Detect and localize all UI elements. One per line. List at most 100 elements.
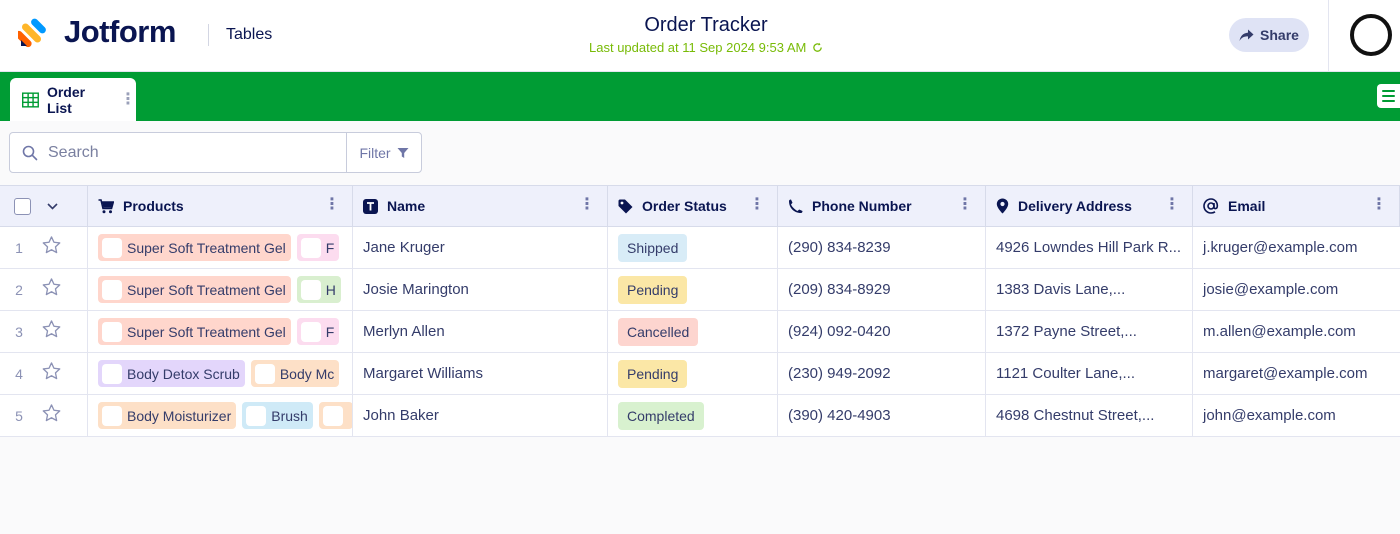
email-cell[interactable]: josie@example.com [1193, 269, 1400, 310]
column-label-products: Products [123, 198, 184, 214]
order-status-cell[interactable]: Completed [608, 395, 778, 436]
order-status-cell[interactable]: Shipped [608, 227, 778, 268]
product-chip-label: Super Soft Treatment Gel [127, 281, 286, 298]
phone-cell[interactable]: (230) 949-2092 [778, 353, 986, 394]
column-header-name[interactable]: Name ⋮ [353, 186, 608, 226]
column-header-order-status[interactable]: Order Status ⋮ [608, 186, 778, 226]
star-icon[interactable] [42, 404, 61, 427]
name-cell[interactable]: Josie Marington [353, 269, 608, 310]
address-value: 4926 Lowndes Hill Park R... [996, 239, 1182, 256]
column-menu-icon[interactable]: ⋮ [1164, 197, 1180, 213]
table-row[interactable]: 4 Body Detox Scrub Body Mc Margaret William… [0, 353, 1400, 395]
name-cell[interactable]: Merlyn Allen [353, 311, 608, 352]
star-icon[interactable] [42, 362, 61, 385]
page-title-block: Order Tracker Last updated at 11 Sep 202… [480, 14, 932, 55]
product-chip[interactable]: Body Mc [250, 360, 340, 387]
email-cell[interactable]: m.allen@example.com [1193, 311, 1400, 352]
sidebar-menu-button[interactable] [1377, 84, 1400, 108]
name-value: Jane Kruger [363, 239, 445, 256]
order-status-cell[interactable]: Pending [608, 269, 778, 310]
status-badge: Pending [618, 359, 688, 388]
product-thumbnail-icon [300, 237, 321, 258]
products-cell[interactable]: Body Detox Scrub Body Mc [88, 353, 353, 394]
products-cell[interactable]: Super Soft Treatment Gel H [88, 269, 353, 310]
table-header-row: Products ⋮ Name ⋮ Order Status ⋮ Phone N… [0, 185, 1400, 227]
column-menu-icon[interactable]: ⋮ [957, 197, 973, 213]
product-chip[interactable]: F [296, 318, 340, 345]
phone-cell[interactable]: (209) 834-8929 [778, 269, 986, 310]
brand-name[interactable]: Jotform [64, 14, 176, 50]
email-cell[interactable]: margaret@example.com [1193, 353, 1400, 394]
star-icon[interactable] [42, 278, 61, 301]
phone-cell[interactable]: (390) 420-4903 [778, 395, 986, 436]
share-button[interactable]: Share [1229, 18, 1309, 52]
product-thumbnail-icon [102, 321, 122, 342]
product-chip[interactable]: Brush [242, 402, 313, 429]
cart-icon [98, 198, 114, 213]
address-value: 1383 Davis Lane,... [996, 281, 1126, 298]
order-status-cell[interactable]: Pending [608, 353, 778, 394]
address-cell[interactable]: 4698 Chestnut Street,... [986, 395, 1193, 436]
table-row[interactable]: 1 Super Soft Treatment Gel F Jane Kruger Shi… [0, 227, 1400, 269]
column-label-name: Name [387, 198, 426, 214]
products-cell[interactable]: Super Soft Treatment Gel F [88, 227, 353, 268]
product-chip[interactable]: F [296, 234, 340, 261]
table-row[interactable]: 5 Body Moisturizer Brush John Baker Complete… [0, 395, 1400, 437]
column-menu-icon[interactable]: ⋮ [749, 197, 765, 213]
product-chip[interactable]: Super Soft Treatment Gel [98, 318, 291, 345]
products-cell[interactable]: Body Moisturizer Brush [88, 395, 353, 436]
email-value: j.kruger@example.com [1203, 239, 1358, 256]
phone-cell[interactable]: (290) 834-8239 [778, 227, 986, 268]
address-cell[interactable]: 4926 Lowndes Hill Park R... [986, 227, 1193, 268]
column-header-email[interactable]: Email ⋮ [1193, 186, 1400, 226]
name-cell[interactable]: Margaret Williams [353, 353, 608, 394]
search-input[interactable] [48, 143, 328, 162]
email-cell[interactable]: john@example.com [1193, 395, 1400, 436]
row-controls: 2 [0, 269, 88, 310]
products-cell[interactable]: Super Soft Treatment Gel F [88, 311, 353, 352]
address-cell[interactable]: 1372 Payne Street,... [986, 311, 1193, 352]
refresh-icon[interactable] [812, 42, 823, 53]
column-menu-icon[interactable]: ⋮ [1371, 197, 1387, 213]
order-status-cell[interactable]: Cancelled [608, 311, 778, 352]
status-badge: Cancelled [618, 317, 699, 346]
product-chip-label: Body Detox Scrub [127, 365, 240, 382]
name-cell[interactable]: Jane Kruger [353, 227, 608, 268]
row-number: 2 [15, 281, 23, 298]
tag-icon [618, 199, 633, 213]
tab-options-icon[interactable]: ⋮ [120, 91, 136, 108]
phone-value: (209) 834-8929 [788, 281, 891, 298]
hamburger-icon [1382, 90, 1395, 92]
email-value: josie@example.com [1203, 281, 1339, 298]
column-header-delivery-address[interactable]: Delivery Address ⋮ [986, 186, 1193, 226]
email-cell[interactable]: j.kruger@example.com [1193, 227, 1400, 268]
top-bar: Jotform Tables Order Tracker Last update… [0, 0, 1400, 72]
column-menu-icon[interactable]: ⋮ [324, 197, 340, 213]
chevron-down-icon[interactable] [47, 202, 58, 210]
column-header-phone-number[interactable]: Phone Number ⋮ [778, 186, 986, 226]
table-row[interactable]: 2 Super Soft Treatment Gel H Josie Maringto… [0, 269, 1400, 311]
tab-order-list[interactable]: Order List ⋮ [10, 78, 136, 121]
product-chip[interactable]: Super Soft Treatment Gel [98, 276, 291, 303]
column-header-products[interactable]: Products ⋮ [88, 186, 353, 226]
product-chip[interactable] [318, 402, 352, 429]
address-cell[interactable]: 1383 Davis Lane,... [986, 269, 1193, 310]
product-chip[interactable]: H [296, 276, 341, 303]
product-chip[interactable]: Body Detox Scrub [98, 360, 245, 387]
avatar[interactable] [1350, 14, 1392, 56]
address-cell[interactable]: 1121 Coulter Lane,... [986, 353, 1193, 394]
jotform-logo-icon[interactable] [18, 16, 50, 48]
product-thumbnail-icon [300, 279, 321, 300]
select-all-checkbox[interactable] [14, 197, 31, 215]
product-chip[interactable]: Super Soft Treatment Gel [98, 234, 291, 261]
phone-cell[interactable]: (924) 092-0420 [778, 311, 986, 352]
filter-button[interactable]: Filter [346, 132, 422, 173]
star-icon[interactable] [42, 320, 61, 343]
column-menu-icon[interactable]: ⋮ [579, 197, 595, 213]
page-title[interactable]: Order Tracker [480, 14, 932, 37]
name-cell[interactable]: John Baker [353, 395, 608, 436]
star-icon[interactable] [42, 236, 61, 259]
product-name[interactable]: Tables [226, 26, 272, 44]
product-chip[interactable]: Body Moisturizer [98, 402, 237, 429]
table-row[interactable]: 3 Super Soft Treatment Gel F Merlyn Allen Ca… [0, 311, 1400, 353]
